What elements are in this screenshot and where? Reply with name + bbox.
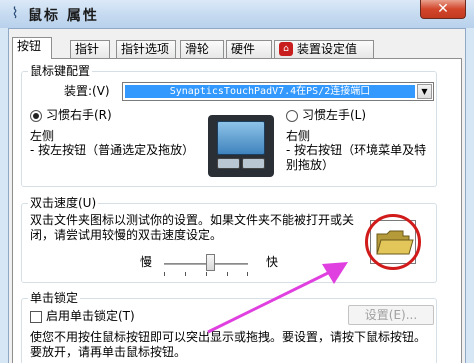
button-config-title: 鼠标键配置 — [28, 64, 93, 78]
speed-slider-thumb[interactable] — [206, 254, 216, 271]
slow-label: 慢 — [140, 255, 153, 269]
click-lock-title: 单击锁定 — [28, 291, 81, 305]
left-side-title: 左侧 — [30, 129, 55, 143]
device-label: 装置:(V) — [64, 84, 110, 98]
click-lock-settings-button[interactable]: 设置(E)... — [348, 305, 434, 325]
slider-tick — [247, 272, 248, 276]
synaptics-icon: ⌂ — [279, 42, 293, 56]
tab-pointer[interactable]: 指针 — [70, 40, 110, 58]
double-click-desc: 双击文件夹图标以测试你的设置。如果文件夹不能被打开或关闭，请尝试用较慢的双击速度… — [30, 213, 355, 242]
close-button[interactable]: ✕ — [420, 0, 466, 19]
slider-tick — [206, 272, 207, 276]
touchpad-left-button — [217, 158, 240, 169]
right-hand-label[interactable]: 习惯右手(R) — [46, 108, 112, 123]
tab-hardware[interactable]: 硬件 — [226, 40, 272, 58]
click-lock-label[interactable]: 启用单击锁定(T) — [46, 309, 135, 324]
tab-buttons[interactable]: 按钮 — [12, 37, 52, 59]
left-hand-label[interactable]: 习惯左手(L) — [302, 108, 366, 123]
left-side-desc: - 按左按钮（普通选定及拖放） — [30, 143, 195, 157]
touchpad-illustration — [208, 115, 274, 177]
click-lock-desc: 使您不用按住鼠标按钮即可以突出显示或拖拽。要设置，请按下鼠标按钮。要放开，请再单… — [30, 330, 427, 359]
click-lock-group: 单击锁定 启用单击锁定(T) 设置(E)... 使您不用按住鼠标按钮即可以突出显… — [21, 291, 437, 363]
tab-panel-buttons: 鼠标键配置 装置:(V) SynapticsTouchPadV7.4在PS/2连… — [12, 58, 462, 363]
title-bar: ⌇ 鼠标 属性 ✕ — [0, 0, 474, 28]
left-hand-radio[interactable] — [286, 110, 298, 122]
tab-device-settings-label: 装置设定值 — [297, 42, 358, 56]
right-side-desc: - 按右按钮（环境菜单及特别拖放） — [286, 143, 427, 172]
highlight-circle — [365, 214, 421, 270]
right-side-title: 右侧 — [286, 129, 311, 143]
device-value: SynapticsTouchPadV7.4在PS/2连接端口 — [125, 85, 415, 98]
tab-device-settings[interactable]: ⌂ 装置设定值 — [274, 40, 374, 58]
window-title: 鼠标 属性 — [28, 8, 99, 24]
chevron-down-icon[interactable]: ▼ — [417, 84, 432, 99]
button-config-group: 鼠标键配置 装置:(V) SynapticsTouchPadV7.4在PS/2连… — [21, 64, 437, 187]
slider-tick — [227, 272, 228, 276]
right-hand-radio[interactable] — [30, 110, 42, 122]
slider-tick — [164, 272, 165, 276]
double-click-group: 双击速度(U) 双击文件夹图标以测试你的设置。如果文件夹不能被打开或关闭，请尝试… — [21, 196, 437, 283]
double-click-title: 双击速度(U) — [28, 196, 99, 210]
tab-wheel[interactable]: 滑轮 — [180, 40, 224, 58]
device-dropdown[interactable]: SynapticsTouchPadV7.4在PS/2连接端口 ▼ — [122, 82, 434, 101]
mouse-icon: ⌇ — [11, 4, 19, 22]
fast-label: 快 — [266, 255, 279, 269]
tab-pointer-options[interactable]: 指针选项 — [116, 40, 176, 58]
click-lock-checkbox[interactable] — [30, 311, 42, 323]
touchpad-right-button — [242, 158, 265, 169]
touchpad-surface — [217, 121, 265, 155]
slider-tick — [185, 272, 186, 276]
